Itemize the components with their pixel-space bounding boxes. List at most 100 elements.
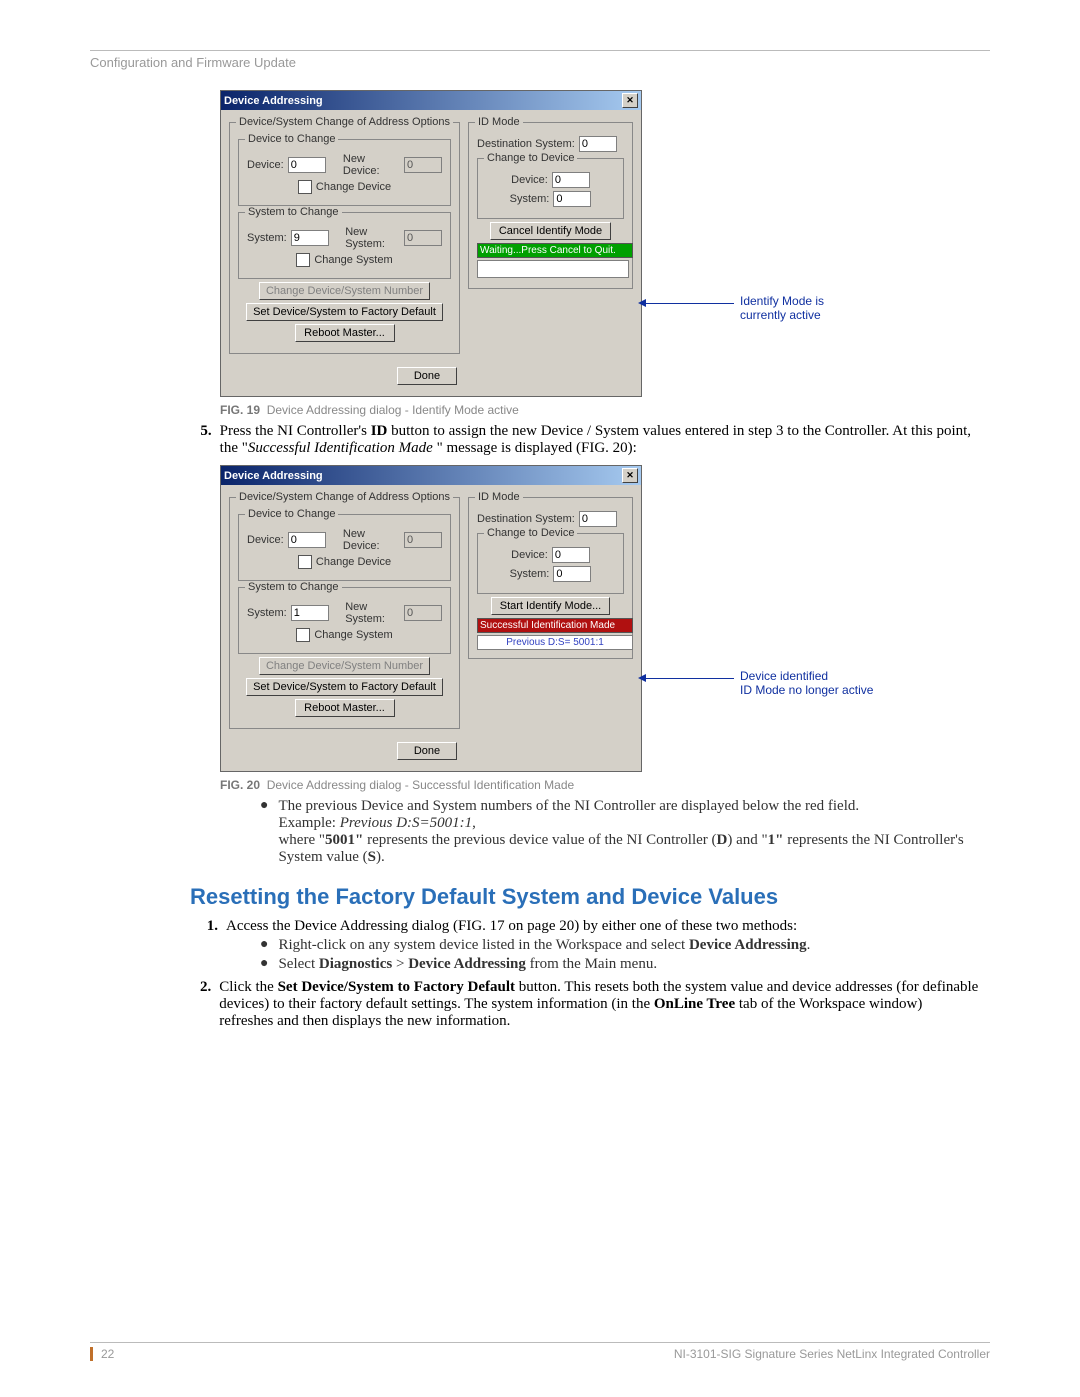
factory-default-button[interactable]: Set Device/System to Factory Default <box>246 303 443 321</box>
device-label: Device: <box>247 534 284 546</box>
c-device-label: Device: <box>511 174 548 186</box>
done-button[interactable]: Done <box>397 742 457 760</box>
annotation-arrow <box>644 678 734 679</box>
c-system-label: System: <box>510 568 550 580</box>
figure-19-caption: FIG. 19 Device Addressing dialog - Ident… <box>220 403 990 417</box>
group-system-to-change: System to Change System: New System: Ch <box>238 587 451 654</box>
close-icon[interactable]: ✕ <box>622 93 638 108</box>
start-identify-button[interactable]: Start Identify Mode... <box>491 597 611 615</box>
new-device-label: New Device: <box>343 153 400 177</box>
c-system-input[interactable] <box>553 191 591 207</box>
dest-system-label: Destination System: <box>477 513 575 525</box>
c-device-label: Device: <box>511 549 548 561</box>
device-addressing-dialog-20: Device Addressing ✕ Device/System Change… <box>220 465 642 772</box>
change-device-label: Change Device <box>316 556 391 568</box>
dest-system-label: Destination System: <box>477 138 575 150</box>
step-number: 1. <box>200 918 218 935</box>
reboot-master-button[interactable]: Reboot Master... <box>295 699 395 717</box>
page-footer: 22 NI-3101-SIG Signature Series NetLinx … <box>90 1342 990 1361</box>
change-system-checkbox[interactable] <box>296 628 310 642</box>
group-label: Device to Change <box>245 508 338 520</box>
change-system-label: Change System <box>314 254 392 266</box>
group-address-options: Device/System Change of Address Options … <box>229 497 460 729</box>
cancel-identify-button[interactable]: Cancel Identify Mode <box>490 222 611 240</box>
reboot-master-button[interactable]: Reboot Master... <box>295 324 395 342</box>
dialog-19-wrap: Device Addressing ✕ Device/System Change… <box>220 90 990 397</box>
factory-default-button[interactable]: Set Device/System to Factory Default <box>246 678 443 696</box>
group-device-to-change: Device to Change Device: New Device: Ch <box>238 514 451 581</box>
step-number: 5. <box>200 423 212 457</box>
status-waiting: Waiting...Press Cancel to Quit. <box>477 243 633 258</box>
annotation-arrow <box>644 303 734 304</box>
arrow-head-icon <box>638 674 646 682</box>
c-device-input[interactable] <box>552 172 590 188</box>
group-label: ID Mode <box>475 491 523 503</box>
change-number-button[interactable]: Change Device/System Number <box>259 657 430 675</box>
new-device-input[interactable] <box>404 532 442 548</box>
dest-system-input[interactable] <box>579 511 617 527</box>
system-input[interactable] <box>291 605 329 621</box>
group-address-options: Device/System Change of Address Options … <box>229 122 460 354</box>
done-button[interactable]: Done <box>397 367 457 385</box>
group-device-to-change: Device to Change Device: New Device: Ch <box>238 139 451 206</box>
step-number: 2. <box>200 979 211 1030</box>
status-empty <box>477 260 629 278</box>
new-device-label: New Device: <box>343 528 400 552</box>
change-system-label: Change System <box>314 629 392 641</box>
dest-system-input[interactable] <box>579 136 617 152</box>
step-5: 5. Press the NI Controller's ID button t… <box>200 423 980 457</box>
new-device-input[interactable] <box>404 157 442 173</box>
new-system-label: New System: <box>345 601 400 625</box>
dialog-title: Device Addressing <box>224 470 323 482</box>
c-system-input[interactable] <box>553 566 591 582</box>
dialog-titlebar: Device Addressing ✕ <box>221 466 641 485</box>
group-change-to-device: Change to Device Device: System: <box>477 533 624 594</box>
device-addressing-dialog-19: Device Addressing ✕ Device/System Change… <box>220 90 642 397</box>
group-label: Change to Device <box>484 152 577 164</box>
system-input[interactable] <box>291 230 329 246</box>
dialog-title: Device Addressing <box>224 95 323 107</box>
group-system-to-change: System to Change System: New System: Ch <box>238 212 451 279</box>
group-label: Device/System Change of Address Options <box>236 491 453 503</box>
reset-step-1: 1. Access the Device Addressing dialog (… <box>200 918 980 935</box>
arrow-head-icon <box>638 299 646 307</box>
group-label: ID Mode <box>475 116 523 128</box>
figure-20-caption: FIG. 20 Device Addressing dialog - Succe… <box>220 778 990 792</box>
dialog-titlebar: Device Addressing ✕ <box>221 91 641 110</box>
change-device-checkbox[interactable] <box>298 555 312 569</box>
change-device-label: Change Device <box>316 181 391 193</box>
system-label: System: <box>247 232 287 244</box>
reset-step-2: 2. Click the Set Device/System to Factor… <box>200 979 980 1030</box>
device-input[interactable] <box>288 532 326 548</box>
change-device-checkbox[interactable] <box>298 180 312 194</box>
new-system-input[interactable] <box>404 230 442 246</box>
group-label: System to Change <box>245 581 342 593</box>
group-change-to-device: Change to Device Device: System: <box>477 158 624 219</box>
page-number: 22 <box>90 1347 114 1361</box>
group-label: Change to Device <box>484 527 577 539</box>
section-heading: Resetting the Factory Default System and… <box>190 884 990 910</box>
device-input[interactable] <box>288 157 326 173</box>
group-label: System to Change <box>245 206 342 218</box>
new-system-label: New System: <box>345 226 400 250</box>
close-icon[interactable]: ✕ <box>622 468 638 483</box>
post-fig20-bullets: ● The previous Device and System numbers… <box>260 798 990 866</box>
reset-step-1-bullets: ● Right-click on any system device liste… <box>260 937 990 973</box>
dialog-20-wrap: Device Addressing ✕ Device/System Change… <box>220 465 990 772</box>
group-label: Device/System Change of Address Options <box>236 116 453 128</box>
system-label: System: <box>247 607 287 619</box>
annotation-identify-active: Identify Mode is currently active <box>740 294 824 322</box>
status-success: Successful Identification Made <box>477 618 633 633</box>
annotation-device-identified: Device identified ID Mode no longer acti… <box>740 669 873 697</box>
group-label: Device to Change <box>245 133 338 145</box>
new-system-input[interactable] <box>404 605 442 621</box>
page-header: Configuration and Firmware Update <box>90 55 990 70</box>
status-previous: Previous D:S= 5001:1 <box>477 635 633 650</box>
change-system-checkbox[interactable] <box>296 253 310 267</box>
group-id-mode: ID Mode Destination System: Change to De… <box>468 497 633 659</box>
footer-doc-title: NI-3101-SIG Signature Series NetLinx Int… <box>674 1347 990 1361</box>
change-number-button[interactable]: Change Device/System Number <box>259 282 430 300</box>
c-device-input[interactable] <box>552 547 590 563</box>
c-system-label: System: <box>510 193 550 205</box>
group-id-mode: ID Mode Destination System: Change to De… <box>468 122 633 289</box>
